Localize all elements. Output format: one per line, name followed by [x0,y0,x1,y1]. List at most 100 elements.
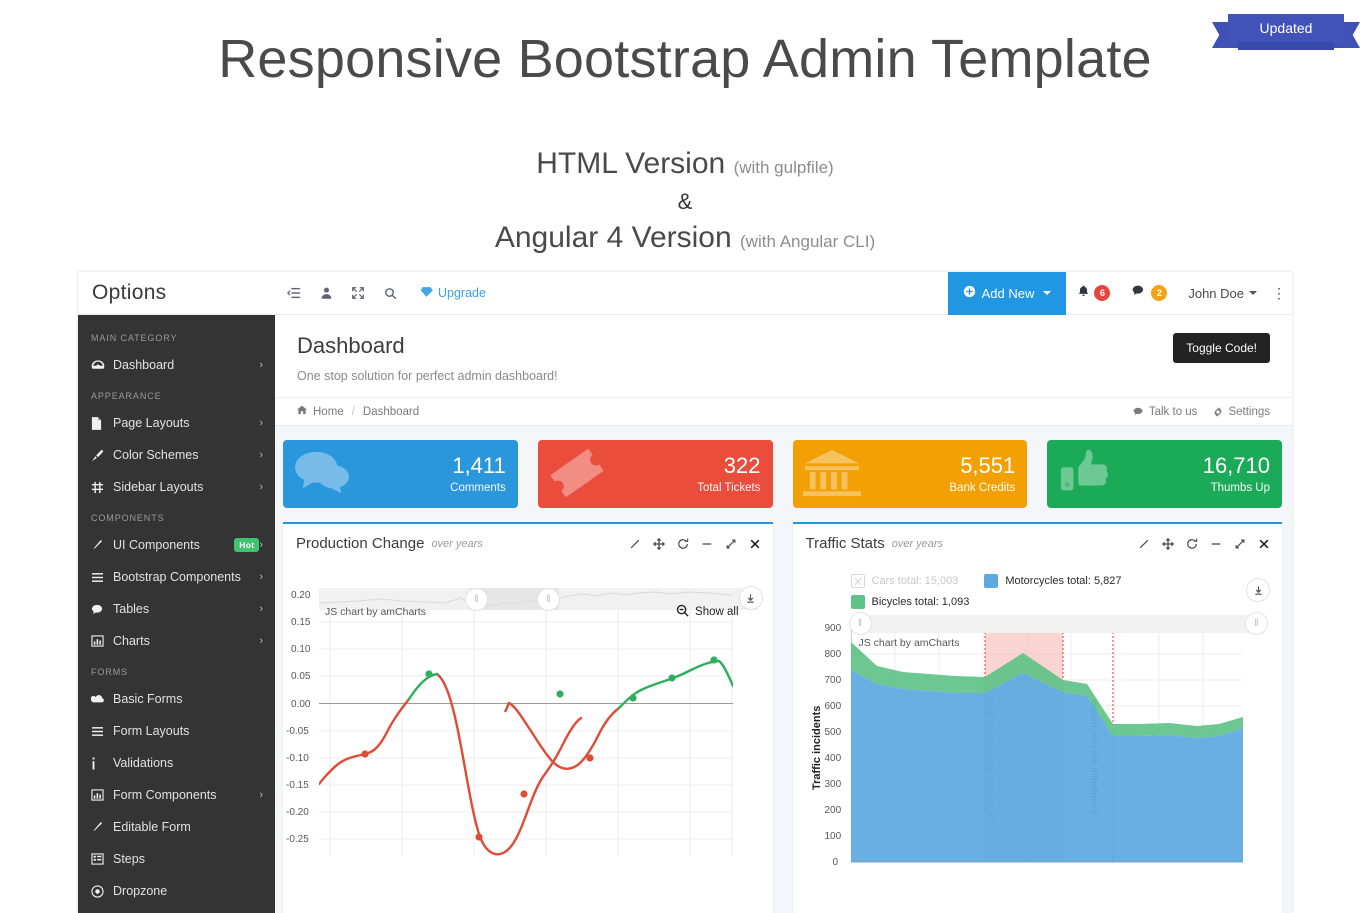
top-navbar: Options [78,272,1292,315]
expand-icon[interactable] [725,538,737,550]
stat-label: Total Tickets [697,482,760,494]
minimize-icon[interactable] [701,538,713,550]
chart-zoom-handle-left[interactable]: ‖ [849,612,872,635]
minimize-icon[interactable] [1210,538,1222,550]
talk-to-us-action[interactable]: Talk to us [1133,406,1198,418]
chart-zoom-handle-right[interactable]: ‖ [537,588,560,611]
pencil-icon [91,821,113,833]
traffic-stats-chart[interactable]: Cars total: 15,003 Motorcycles total: 5,… [793,560,1283,913]
sidebar-item-ui-components[interactable]: UI Components Hot › [78,529,275,561]
ytick-700: 700 [825,675,842,686]
add-new-button[interactable]: Add New [948,272,1067,315]
chart-zoom-handle-left[interactable]: ‖ [465,588,488,611]
breadcrumb-home[interactable]: Home [297,405,344,418]
breadcrumb-home-label: Home [313,406,344,418]
refresh-icon[interactable] [1186,538,1198,550]
legend-item-motorcycles[interactable]: Motorcycles total: 5,827 [984,574,1121,588]
download-icon[interactable] [1246,578,1270,602]
legend-item-cars[interactable]: Cars total: 15,003 [851,574,959,588]
sidebar-item-steps[interactable]: Steps [78,843,275,875]
stat-card-total-tickets[interactable]: 322 Total Tickets [538,440,773,508]
upgrade-link[interactable]: Upgrade [420,286,486,301]
close-icon[interactable] [749,538,761,550]
sidebar-item-editors[interactable]: Editors › [78,907,275,913]
stat-card-comments[interactable]: 1,411 Comments [283,440,518,508]
sidebar-item-form-layouts[interactable]: Form Layouts [78,715,275,747]
sidebar-item-editable-form[interactable]: Editable Form [78,811,275,843]
hot-badge: Hot [234,538,259,552]
messages-button[interactable]: 2 [1121,284,1178,302]
breadcrumb-actions: Talk to us Settings [1133,406,1270,418]
sidebar-item-sidebar-layouts[interactable]: Sidebar Layouts › [78,471,275,503]
info-icon [91,757,113,770]
chart-scrollbar-track[interactable] [859,615,1265,633]
admin-app-window: Options [78,272,1292,913]
chevron-right-icon: › [259,481,263,493]
pencil-icon[interactable] [1138,538,1150,550]
sidebar-item-label: Tables [113,602,259,616]
page-title: Responsive Bootstrap Admin Template [0,0,1370,89]
sidebar-item-dashboard[interactable]: Dashboard › [78,349,275,381]
user-name: John Doe [1188,286,1244,301]
breadcrumb-separator: / [352,406,355,418]
user-icon[interactable] [310,272,342,315]
chart-zoom-handle-right[interactable]: ‖ [1245,612,1268,635]
ytick--0.20: -0.20 [286,807,309,818]
list-icon[interactable] [278,272,310,315]
show-all-button[interactable]: Show all [676,604,738,620]
refresh-icon[interactable] [677,538,689,550]
download-icon[interactable] [739,586,763,610]
legend-item-bicycles[interactable]: Bicycles total: 1,093 [851,595,970,609]
menu-icon [91,726,113,737]
sidebar-item-form-components[interactable]: Form Components › [78,779,275,811]
target-icon [91,885,113,898]
chevron-right-icon: › [259,571,263,583]
chevron-right-icon: › [259,603,263,615]
ytick-900: 900 [825,623,842,634]
notifications-button[interactable]: 6 [1066,284,1121,303]
move-icon[interactable] [1162,538,1174,550]
stat-value: 16,710 [1203,455,1270,477]
expand-icon[interactable] [1234,538,1246,550]
stat-cards-row: 1,411 Comments 322 Total Tic [275,426,1292,508]
ytick-0.20: 0.20 [291,590,310,601]
html-version-line: HTML Version (with gulpfile) [0,147,1370,181]
search-icon[interactable] [374,272,406,315]
ampersand: & [0,189,1370,215]
stat-card-text: 1,411 Comments [450,455,506,494]
chevron-down-icon [1043,291,1051,295]
fullscreen-icon[interactable] [342,272,374,315]
chart-legend-row-1: Cars total: 15,003 Motorcycles total: 5,… [851,574,1122,588]
production-change-chart[interactable]: ‖ ‖ 1950 1960 1970 1980 1990 2000 [283,560,773,913]
ytick-0.15: 0.15 [291,617,310,628]
ytick-200: 200 [825,805,842,816]
stat-card-bank-credits[interactable]: 5,551 Bank Credits [793,440,1028,508]
brand-logo[interactable]: Options [78,272,275,315]
move-icon[interactable] [653,538,665,550]
sidebar-item-validations[interactable]: Validations [78,747,275,779]
bank-icon [803,446,861,505]
sidebar-item-basic-forms[interactable]: Basic Forms [78,683,275,715]
user-menu[interactable]: John Doe [1178,286,1266,301]
panel-production-change: Production Change over years [283,522,773,913]
dashboard-description: One stop solution for perfect admin dash… [297,369,1270,383]
sidebar-item-page-layouts[interactable]: Page Layouts › [78,407,275,439]
chat-icon [1133,407,1144,416]
sidebar-item-charts[interactable]: Charts › [78,625,275,657]
stat-card-thumbs-up[interactable]: 16,710 Thumbs Up [1047,440,1282,508]
chevron-right-icon: › [259,417,263,429]
sidebar-item-bootstrap-components[interactable]: Bootstrap Components › [78,561,275,593]
pencil-icon[interactable] [629,538,641,550]
settings-action[interactable]: Settings [1213,406,1270,418]
traffic-stats-plot [851,628,1243,868]
sidebar-item-color-schemes[interactable]: Color Schemes › [78,439,275,471]
sidebar-item-label: Dashboard [113,358,259,372]
toggle-code-button[interactable]: Toggle Code! [1173,333,1270,363]
y-axis-title: Traffic incidents [811,706,823,790]
panel-subtitle: over years [431,538,482,550]
sidebar-item-label: Basic Forms [113,692,263,706]
sidebar-item-dropzone[interactable]: Dropzone [78,875,275,907]
more-options-icon[interactable]: ⋮ [1266,285,1292,302]
close-icon[interactable] [1258,538,1270,550]
sidebar-item-tables[interactable]: Tables › [78,593,275,625]
